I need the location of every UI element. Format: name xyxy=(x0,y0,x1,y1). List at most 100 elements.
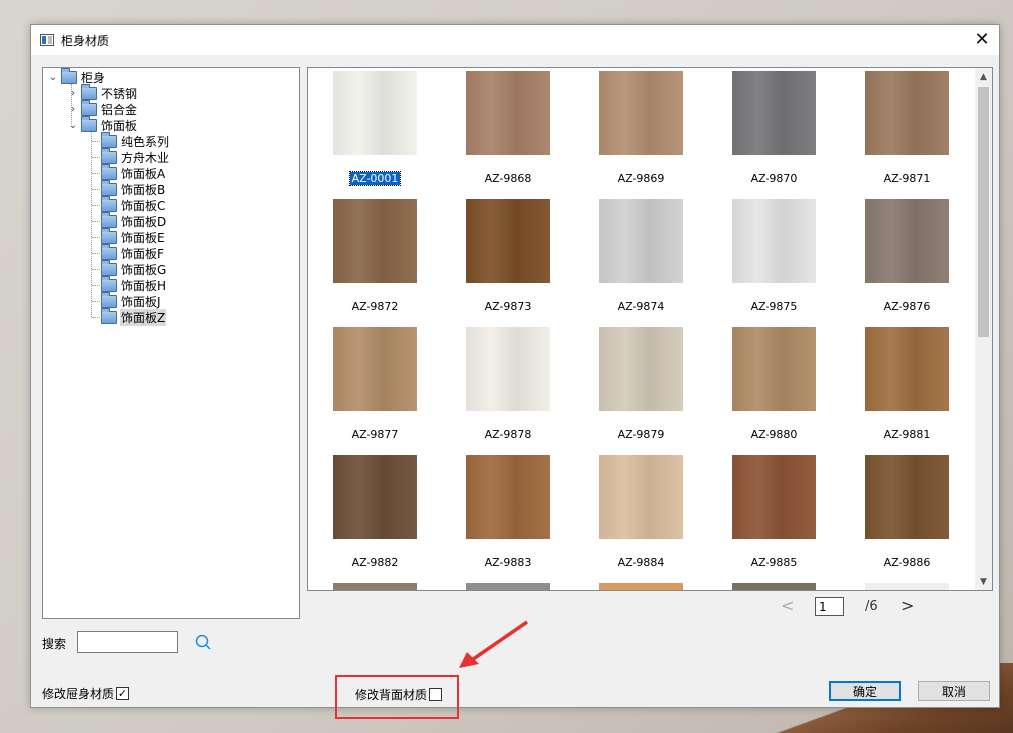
tree-guide-line xyxy=(92,301,102,302)
material-tile[interactable]: AZ-9874 xyxy=(591,199,691,313)
material-code-label: AZ-9874 xyxy=(617,300,665,313)
material-swatch[interactable] xyxy=(865,199,949,283)
modify-body-checkbox[interactable]: ✓ xyxy=(116,687,130,700)
material-code-label: AZ-9881 xyxy=(883,428,931,441)
chevron-down-icon[interactable]: ⌄ xyxy=(47,72,59,83)
material-tile[interactable]: AZ-9873 xyxy=(458,199,558,313)
material-swatch[interactable] xyxy=(599,71,683,155)
folder-icon xyxy=(101,179,117,196)
material-swatch-partial[interactable] xyxy=(333,583,417,590)
material-tile[interactable]: AZ-9868 xyxy=(458,71,558,185)
material-swatch[interactable] xyxy=(466,199,550,283)
material-swatch[interactable] xyxy=(865,327,949,411)
material-tile[interactable]: AZ-9880 xyxy=(724,327,824,441)
next-page-button[interactable]: > xyxy=(901,596,914,615)
material-swatch-partial[interactable] xyxy=(599,583,683,590)
material-swatch[interactable] xyxy=(865,455,949,539)
material-swatch[interactable] xyxy=(333,71,417,155)
folder-icon xyxy=(61,67,77,84)
tree-node-label: 饰面板Z xyxy=(120,308,167,326)
material-swatch[interactable] xyxy=(599,327,683,411)
material-tile[interactable]: AZ-9879 xyxy=(591,327,691,441)
material-swatch[interactable] xyxy=(732,327,816,411)
tree-node-label: 铝合金 xyxy=(101,102,138,117)
material-code-label: AZ-9885 xyxy=(750,556,798,569)
folder-icon xyxy=(81,99,97,116)
folder-icon xyxy=(101,147,117,164)
material-swatch-partial[interactable] xyxy=(865,583,949,590)
material-code-label: AZ-9875 xyxy=(750,300,798,313)
prev-page-button[interactable]: < xyxy=(781,596,794,615)
scroll-thumb[interactable] xyxy=(978,87,989,337)
ok-button[interactable]: 确定 xyxy=(829,681,901,701)
modify-body-option[interactable]: 修改屉身材质 ✓ xyxy=(42,685,130,702)
tree-node-label: 饰面板 xyxy=(101,118,138,133)
page-number-input[interactable] xyxy=(815,597,844,616)
material-tile[interactable]: AZ-9885 xyxy=(724,455,824,569)
tree-guide-line xyxy=(92,221,102,222)
folder-icon xyxy=(101,195,117,212)
folder-icon xyxy=(101,275,117,292)
material-swatch[interactable] xyxy=(466,455,550,539)
tree-node-3[interactable]: ⌄ 饰面板 xyxy=(67,115,138,133)
chevron-down-icon[interactable]: ⌄ xyxy=(67,120,79,131)
material-tile[interactable]: AZ-9881 xyxy=(857,327,957,441)
tree-node-label: 饰面板F xyxy=(121,246,164,261)
modify-body-label: 修改屉身材质 xyxy=(42,687,115,701)
material-tile[interactable]: AZ-9870 xyxy=(724,71,824,185)
material-swatch-partial[interactable] xyxy=(466,583,550,590)
material-swatch[interactable] xyxy=(865,71,949,155)
chevron-right-icon[interactable]: › xyxy=(67,88,79,99)
scroll-down-icon[interactable]: ▼ xyxy=(975,573,992,590)
material-tile[interactable]: AZ-9872 xyxy=(325,199,425,313)
modify-back-option[interactable]: 修改背面材质 xyxy=(355,686,443,703)
material-swatch-partial[interactable] xyxy=(732,583,816,590)
material-tile[interactable]: AZ-0001 xyxy=(325,71,425,186)
scroll-up-icon[interactable]: ▲ xyxy=(975,68,992,85)
folder-icon xyxy=(101,307,117,324)
material-swatch[interactable] xyxy=(333,327,417,411)
material-code-label: AZ-9876 xyxy=(883,300,931,313)
tree-node-label: 纯色系列 xyxy=(121,134,170,149)
tree-node-label: 不锈钢 xyxy=(101,86,138,101)
material-swatch[interactable] xyxy=(333,199,417,283)
material-tile[interactable]: AZ-9882 xyxy=(325,455,425,569)
close-button[interactable]: ✕ xyxy=(971,29,993,51)
material-tile[interactable]: AZ-9869 xyxy=(591,71,691,185)
tree-node-label: 柜身 xyxy=(81,70,106,85)
page-total: /6 xyxy=(865,599,878,614)
modify-back-checkbox[interactable] xyxy=(429,688,443,701)
chevron-right-icon[interactable]: › xyxy=(67,104,79,115)
material-code-label: AZ-9882 xyxy=(351,556,399,569)
material-swatch[interactable] xyxy=(599,455,683,539)
material-swatch[interactable] xyxy=(466,71,550,155)
material-tile[interactable]: AZ-9886 xyxy=(857,455,957,569)
material-code-label: AZ-9879 xyxy=(617,428,665,441)
material-tile[interactable]: AZ-9883 xyxy=(458,455,558,569)
tree-guide-line xyxy=(92,205,102,206)
material-tile[interactable]: AZ-9884 xyxy=(591,455,691,569)
tree-node-label: 饰面板D xyxy=(121,214,167,229)
tree-node-2[interactable]: › 铝合金 xyxy=(67,99,138,117)
cancel-button[interactable]: 取消 xyxy=(918,681,990,701)
material-swatch[interactable] xyxy=(732,455,816,539)
folder-icon xyxy=(101,259,117,276)
material-swatch[interactable] xyxy=(599,199,683,283)
material-swatch[interactable] xyxy=(732,199,816,283)
grid-scrollbar[interactable]: ▲ ▼ xyxy=(975,68,992,590)
material-swatch[interactable] xyxy=(333,455,417,539)
material-tile[interactable]: AZ-9871 xyxy=(857,71,957,185)
tree-node-1[interactable]: › 不锈钢 xyxy=(67,83,138,101)
material-swatch[interactable] xyxy=(732,71,816,155)
material-tile[interactable]: AZ-9876 xyxy=(857,199,957,313)
material-code-label: AZ-9873 xyxy=(484,300,532,313)
search-icon[interactable] xyxy=(195,634,211,650)
material-tile[interactable]: AZ-9878 xyxy=(458,327,558,441)
search-input[interactable] xyxy=(77,631,178,653)
folder-icon xyxy=(101,227,117,244)
app-window-icon xyxy=(40,34,54,46)
material-tile[interactable]: AZ-9875 xyxy=(724,199,824,313)
tree-node-root[interactable]: ⌄ 柜身 xyxy=(47,67,106,85)
material-swatch[interactable] xyxy=(466,327,550,411)
material-tile[interactable]: AZ-9877 xyxy=(325,327,425,441)
